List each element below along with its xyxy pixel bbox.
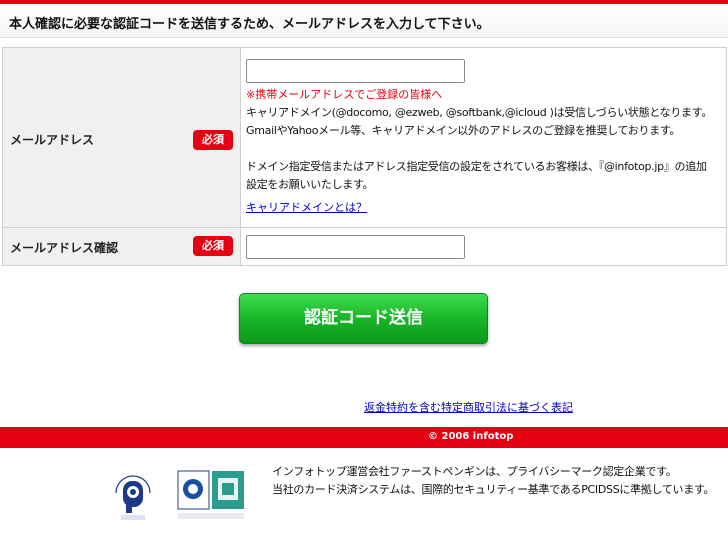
carrier-domain-link[interactable]: キャリアドメインとは？: [246, 199, 367, 217]
isms-pcidss-logo: [177, 470, 245, 522]
copyright: © 2006 infotop: [428, 431, 514, 442]
privacy-mark-statement: インフォトップ運営会社ファーストペンギンは、プライバシーマーク認定企業です。: [272, 465, 677, 478]
certification-icon: [177, 470, 244, 519]
required-badge: 必須: [193, 236, 233, 256]
email-field[interactable]: [246, 58, 465, 83]
email-input-cell: ※携帯メールアドレスでご登録の皆様へ キャリアドメイン(@docomo, @ez…: [240, 47, 727, 228]
email-row: メールアドレス 必須 ※携帯メールアドレスでご登録の皆様へ キャリアドメイン(@…: [2, 47, 727, 228]
footer-bar: © 2006 infotop: [0, 427, 728, 448]
email-form-table: メールアドレス 必須 ※携帯メールアドレスでご登録の皆様へ キャリアドメイン(@…: [2, 47, 727, 266]
email-confirm-label-cell: メールアドレス確認 必須: [2, 227, 241, 266]
email-confirm-row: メールアドレス確認 必須: [2, 227, 727, 266]
legal-notice-link[interactable]: 返金特約を含む特定商取引法に基づく表記: [364, 399, 573, 415]
mobile-warning: ※携帯メールアドレスでご登録の皆様へ: [246, 87, 443, 101]
send-code-button[interactable]: 認証コード送信: [239, 293, 488, 344]
email-confirm-label: メールアドレス確認: [10, 241, 119, 255]
privacy-mark-logo: [110, 467, 156, 521]
domain-setting-note-cont: 設定をお願いいたします。: [246, 177, 374, 191]
recommend-note: GmailやYahooメール等、キャリアドメイン以外のアドレスのご登録を推奨して…: [246, 123, 681, 137]
domain-setting-note: ドメイン指定受信またはアドレス指定受信の設定をされているお客様は、『@infot…: [246, 159, 707, 173]
pcidss-statement: 当社のカード決済システムは、国際的セキュリティー基準であるPCIDSSに準拠して…: [272, 483, 715, 496]
email-label: メールアドレス: [10, 133, 95, 147]
page-title: 本人確認に必要な認証コードを送信するため、メールアドレスを入力して下さい。: [9, 17, 490, 32]
email-confirm-input-cell: [240, 227, 727, 266]
page-header: 本人確認に必要な認証コードを送信するため、メールアドレスを入力して下さい。: [0, 4, 728, 38]
email-confirm-field[interactable]: [246, 234, 465, 259]
privacy-mark-icon: [115, 475, 151, 520]
carrier-note: キャリアドメイン(@docomo, @ezweb, @softbank,@icl…: [246, 105, 713, 119]
required-badge: 必須: [193, 130, 233, 150]
email-label-cell: メールアドレス 必須: [2, 47, 241, 228]
